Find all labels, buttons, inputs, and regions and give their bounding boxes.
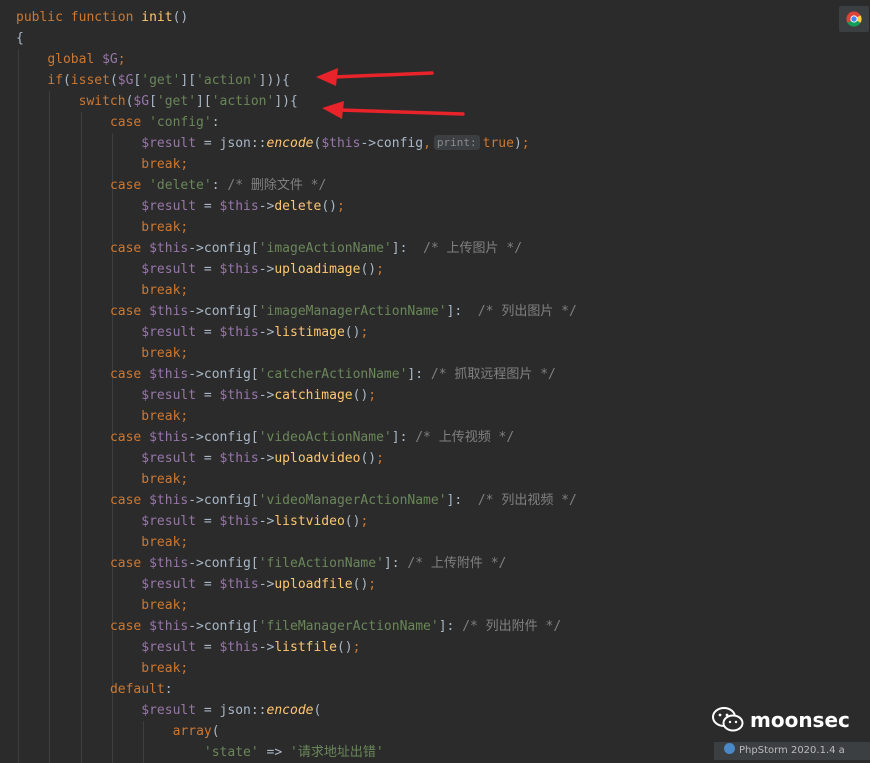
info-icon [724,743,735,754]
watermark: moonsec [712,703,850,737]
watermark-text: moonsec [750,708,850,732]
annotation-arrow-1 [316,68,434,86]
status-bar: PhpStorm 2020.1.4 a [714,742,870,760]
annotation-arrows [316,68,465,119]
status-text: PhpStorm 2020.1.4 a [739,745,845,756]
wechat-icon [712,707,744,732]
annotation-arrow-2 [322,101,465,119]
